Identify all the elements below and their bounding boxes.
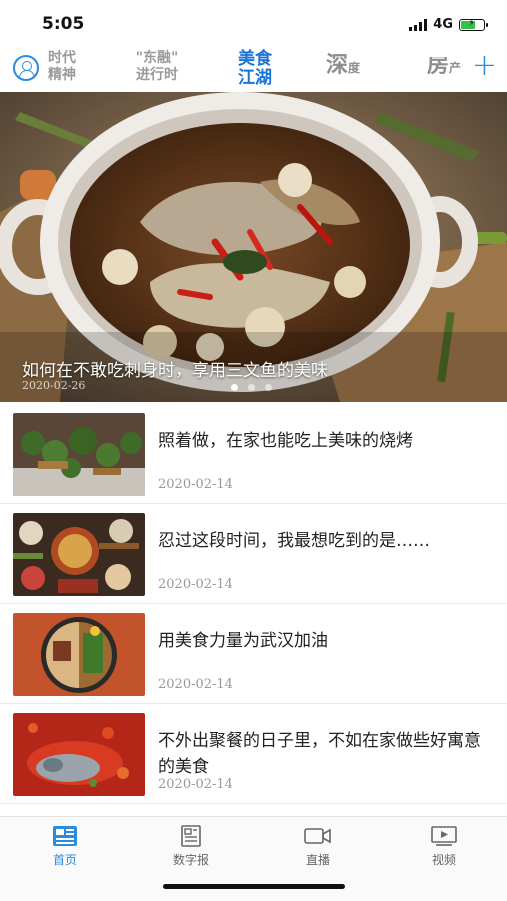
home-indicator[interactable]	[163, 884, 345, 889]
newspaper-icon	[181, 825, 201, 847]
tab-label-line1: 美食	[238, 49, 272, 69]
news-item[interactable]: 用美食力量为武汉加油 2020-02-14	[0, 604, 507, 704]
nav-label: 视频	[431, 853, 456, 867]
news-list: 照着做，在家也能吃上美味的烧烤 2020-02-14 忍过这段时间，我最想吃到的…	[0, 404, 507, 804]
tab-label-small: 度	[348, 61, 361, 75]
tab-label-main: 房	[427, 57, 450, 77]
news-title: 用美食力量为武汉加油	[158, 631, 328, 651]
status-time: 5:05	[42, 14, 85, 34]
news-title: 不外出聚餐的日子里，不如在家做些好寓意的美食	[158, 731, 481, 777]
news-date: 2020-02-14	[158, 677, 233, 692]
news-icon	[53, 826, 77, 846]
play-screen-icon	[431, 826, 457, 846]
tab-channel-1[interactable]: 时代 精神	[44, 50, 88, 84]
news-item[interactable]: 忍过这段时间，我最想吃到的是…… 2020-02-14	[0, 504, 507, 604]
news-date: 2020-02-14	[158, 777, 233, 792]
tab-channel-3-active[interactable]: 美食 江湖	[232, 50, 278, 88]
nav-live[interactable]: 直播	[278, 825, 358, 868]
chili-fish-photo	[13, 713, 145, 796]
nav-home[interactable]: 首页	[25, 825, 105, 868]
nav-label: 直播	[305, 853, 330, 867]
hero-carousel[interactable]: 如何在不敢吃刺身时，享用三文鱼的美味 2020-02-26	[0, 92, 507, 402]
tab-label-main: 深	[326, 53, 349, 78]
noodle-bowl-photo	[13, 613, 145, 696]
news-title: 照着做，在家也能吃上美味的烧烤	[158, 431, 413, 451]
battery-icon: ⚡	[459, 18, 488, 31]
tab-label-line2: 进行时	[136, 67, 178, 83]
nav-video[interactable]: 视频	[404, 825, 484, 868]
tab-label-line1: "东融"	[135, 50, 179, 66]
add-channel-icon[interactable]: +	[472, 51, 497, 81]
nav-label: 首页	[52, 853, 77, 867]
tab-label-line1: 时代	[48, 50, 76, 66]
news-item[interactable]: 照着做，在家也能吃上美味的烧烤 2020-02-14	[0, 404, 507, 504]
news-date: 2020-02-14	[158, 577, 233, 592]
tab-channel-2[interactable]: "东融" 进行时	[128, 50, 186, 84]
news-date: 2020-02-14	[158, 477, 233, 492]
video-camera-icon	[304, 828, 331, 844]
news-item[interactable]: 不外出聚餐的日子里，不如在家做些好寓意的美食 2020-02-14	[0, 704, 507, 804]
carousel-indicator	[231, 384, 272, 391]
nav-label: 数字报	[172, 853, 209, 867]
tab-label-small: 产	[449, 61, 462, 75]
tab-channel-4[interactable]: 深度	[326, 55, 361, 77]
tab-label-line2: 精神	[48, 67, 76, 83]
hero-date: 2020-02-26	[22, 379, 86, 392]
signal-icon	[409, 18, 428, 31]
user-profile-icon[interactable]	[13, 55, 39, 81]
hero-title[interactable]: 如何在不敢吃刺身时，享用三文鱼的美味	[22, 356, 328, 381]
carousel-dot[interactable]	[248, 384, 255, 391]
channel-tabs: 时代 精神 "东融" 进行时 美食 江湖 深度 房产 +	[0, 48, 507, 90]
bbq-broccoli-photo	[13, 413, 145, 496]
hotpot-spread-photo	[13, 513, 145, 596]
tab-channel-5[interactable]: 房产	[427, 57, 465, 77]
nav-digital-paper[interactable]: 数字报	[151, 825, 231, 868]
carousel-dot-active[interactable]	[231, 384, 238, 391]
tab-label-line2: 江湖	[238, 68, 272, 88]
news-title: 忍过这段时间，我最想吃到的是……	[158, 531, 430, 551]
carousel-dot[interactable]	[265, 384, 272, 391]
network-type: 4G	[433, 17, 453, 32]
status-bar: 5:05 4G ⚡	[0, 0, 507, 46]
status-indicators: 4G ⚡	[409, 17, 488, 32]
